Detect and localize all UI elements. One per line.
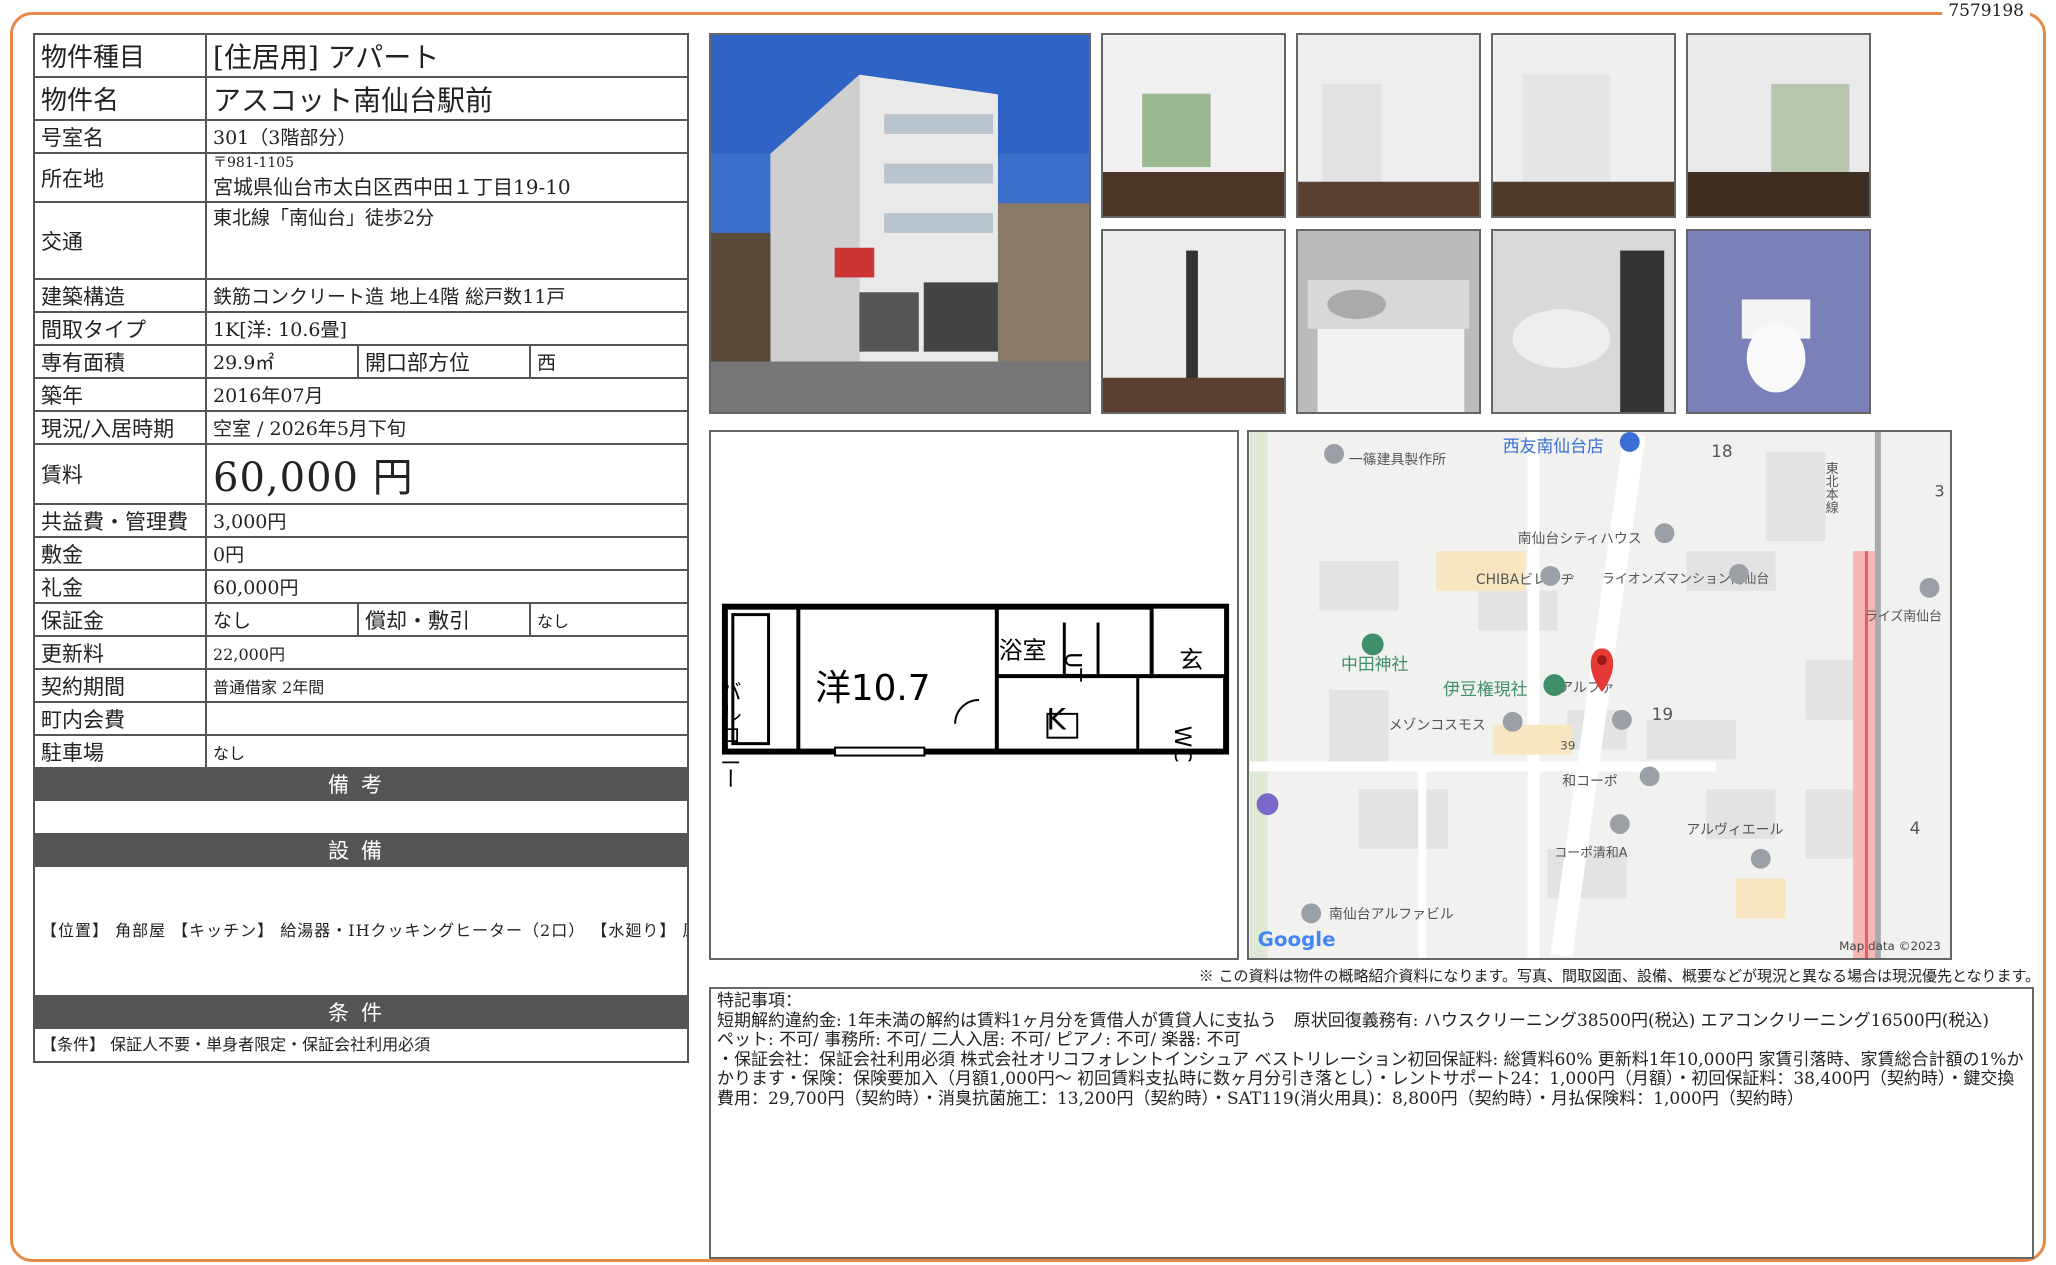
map-label-corpo-seiwa: コーポ清和A — [1554, 846, 1627, 861]
map-label-19: 19 — [1652, 704, 1673, 724]
assoc-value — [204, 701, 690, 736]
google-logo: Google — [1258, 928, 1336, 951]
bathroom-photo — [1491, 229, 1676, 414]
built-value: 2016年07月 — [204, 377, 690, 412]
contract-value: 普通借家 2年間 — [204, 668, 690, 703]
room-value: 301（3階部分） — [204, 119, 690, 154]
address-label: 所在地 — [33, 152, 207, 203]
map-label-rise: ライズ南仙台 — [1865, 609, 1942, 625]
access-value: 東北線「南仙台」徒歩2分 — [204, 201, 690, 280]
fp-kitchen-label: K — [1046, 703, 1067, 738]
type-label: 物件種目 — [33, 33, 207, 78]
access-label: 交通 — [33, 201, 207, 280]
structure-value: 鉄筋コンクリート造 地上4階 総戸数11戸 — [204, 278, 690, 313]
status-value: 空室 / 2026年5月下旬 — [204, 410, 690, 445]
rent-label: 賃料 — [33, 443, 207, 505]
kitchen-photo — [1296, 229, 1481, 414]
fp-bath-label: 浴室 — [999, 636, 1047, 664]
guarantee-value: なし — [205, 602, 359, 637]
name-label: 物件名 — [33, 76, 207, 121]
map-label-route39: 39 — [1560, 739, 1575, 753]
location-map: 西友南仙台店 18 一篠建具製作所 南仙台シティハウス CHIBAビレッヂ ライ… — [1247, 430, 1952, 960]
remarks-value — [32, 799, 690, 835]
renewal-value: 22,000円 — [204, 635, 690, 670]
keymoney-label: 礼金 — [33, 569, 207, 604]
conditions-header: 条件 — [32, 995, 690, 1029]
fp-ut-label: UT — [1060, 652, 1085, 682]
map-label-izu-shrine: 伊豆権現社 — [1443, 679, 1527, 699]
map-label-nakata-shrine: 中田神社 — [1341, 654, 1409, 674]
structure-label: 建築構造 — [33, 278, 207, 313]
contract-label: 契約期間 — [33, 668, 207, 703]
property-table: 物件種目 [住居用] アパート 物件名 アスコット南仙台駅前 号室名 301（3階部分… — [32, 33, 690, 1063]
interior-photo-3 — [1491, 33, 1676, 218]
zip-code: 〒981-1105 — [213, 154, 295, 171]
map-label-maison: メゾンコスモス — [1389, 718, 1486, 734]
conditions-text: 【条件】 保証人不要・単身者限定・保証会社利用必須 — [32, 1027, 690, 1063]
notes-title: 特記事項： — [717, 991, 802, 1011]
special-notes: 特記事項： 短期解約違約金: 1年未満の解約は賃料1ヶ月分を賃借人が賃貸人に支払… — [709, 987, 2034, 1259]
disclaimer: ※ この資料は物件の概略紹介資料になります。写真、間取図面、設備、概要などが現況… — [1198, 967, 2040, 985]
rent-value: 60,000 円 — [204, 443, 690, 505]
equipment-header: 設備 — [32, 833, 690, 867]
equipment-text: 【位置】 角部屋 【キッチン】 給湯器・IHクッキングヒーター（2口） 【水廻り… — [32, 865, 690, 997]
remarks-header: 備考 — [32, 767, 690, 801]
fee-value: 3,000円 — [204, 503, 690, 538]
notes-line-2: ペット: 不可/ 事務所: 不可/ 二人入居: 不可/ ピアノ: 不可/ 楽器:… — [717, 1030, 1241, 1050]
deposit-value: 0円 — [204, 536, 690, 571]
built-label: 築年 — [33, 377, 207, 412]
map-label-tohoku-line: 東北本線 — [1823, 461, 1838, 514]
status-label: 現況/入居時期 — [33, 410, 207, 445]
parking-value: なし — [204, 734, 690, 769]
map-attribution: Map data ©2023 — [1839, 939, 1941, 953]
interior-photo-2 — [1296, 33, 1481, 218]
layout-label: 間取タイプ — [33, 311, 207, 346]
toilet-photo — [1686, 229, 1871, 414]
keymoney-value: 60,000円 — [204, 569, 690, 604]
fp-entry-label: 玄 — [1179, 646, 1203, 674]
document-id: 7579198 — [1942, 1, 2030, 21]
fp-wc-label: WC — [1169, 726, 1194, 763]
map-label-18: 18 — [1711, 441, 1732, 461]
floor-plan: バルコニー 洋10.7 浴室 UT K 玄 WC — [709, 430, 1239, 960]
interior-photo-1 — [1101, 33, 1286, 218]
hallway-photo — [1101, 229, 1286, 414]
building-exterior-photo — [709, 33, 1091, 414]
interior-photo-4 — [1686, 33, 1871, 218]
parking-label: 駐車場 — [33, 734, 207, 769]
fp-western-room-label: 洋10.7 — [815, 668, 930, 709]
address-value: 宮城県仙台市太白区西中田１丁目19-10 — [213, 174, 571, 199]
area-label: 専有面積 — [33, 344, 207, 379]
map-label-city-house: 南仙台シティハウス — [1518, 531, 1642, 547]
deposit-label: 敷金 — [33, 536, 207, 571]
fee-label: 共益費・管理費 — [33, 503, 207, 538]
map-label-alvieru: アルヴィエール — [1686, 821, 1783, 838]
direction-value: 西 — [528, 344, 690, 379]
amort-label: 償却・敷引 — [357, 602, 531, 637]
map-label-wa-corpo: 和コーポ — [1562, 773, 1618, 789]
room-label: 号室名 — [33, 119, 207, 154]
map-label-seiyu: 西友南仙台店 — [1503, 436, 1604, 456]
guarantee-label: 保証金 — [33, 602, 207, 637]
notes-line-1: 短期解約違約金: 1年未満の解約は賃料1ヶ月分を賃借人が賃貸人に支払う 原状回復… — [717, 1010, 1989, 1031]
type-value: [住居用] アパート — [204, 33, 690, 78]
map-label-isshino: 一篠建具製作所 — [1349, 452, 1446, 468]
direction-label: 開口部方位 — [357, 344, 531, 379]
name-value: アスコット南仙台駅前 — [204, 76, 690, 121]
fp-balcony-label: バルコニー — [716, 680, 741, 789]
map-label-alpha-bldg: 南仙台アルファビル — [1329, 906, 1454, 922]
area-value: 29.9㎡ — [205, 344, 359, 379]
assoc-label: 町内会費 — [33, 701, 207, 736]
layout-value: 1K[洋: 10.6畳] — [204, 311, 690, 346]
notes-line-3: ・保証会社：保証会社利用必須 株式会社オリコフォレントインシュア ベストリレーシ… — [717, 1049, 2024, 1109]
renewal-label: 更新料 — [33, 635, 207, 670]
map-label-3: 3 — [1934, 482, 1944, 501]
address-cell: 〒981-1105 宮城県仙台市太白区西中田１丁目19-10 — [204, 152, 690, 203]
amort-value: なし — [528, 602, 690, 637]
map-label-4: 4 — [1910, 818, 1921, 838]
